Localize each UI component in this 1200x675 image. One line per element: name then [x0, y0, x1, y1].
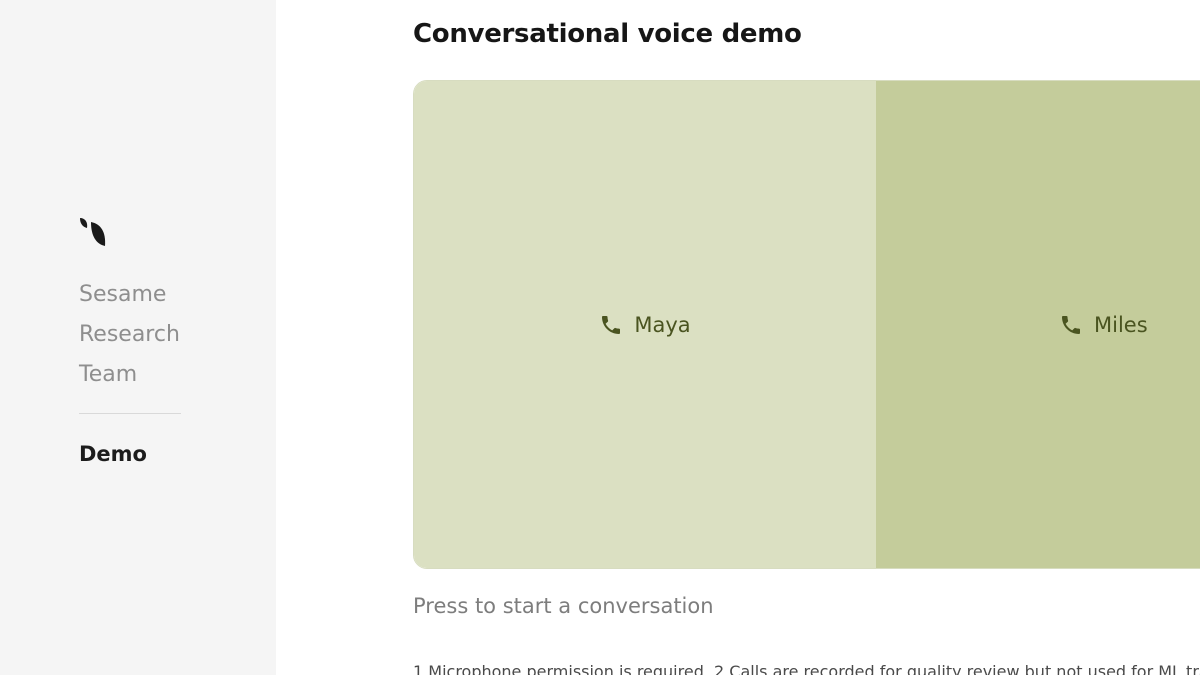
- nav-item-team[interactable]: Team: [79, 355, 181, 395]
- sidebar-nav: Sesame Research Team Demo: [79, 275, 181, 474]
- call-miles-button[interactable]: Miles: [876, 81, 1200, 568]
- start-conversation-caption: Press to start a conversation: [413, 594, 714, 618]
- page-title: Conversational voice demo: [413, 19, 802, 49]
- nav-item-demo[interactable]: Demo: [79, 434, 181, 474]
- sidebar: Sesame Research Team Demo: [0, 0, 276, 675]
- nav-divider: [79, 413, 181, 414]
- nav-item-sesame[interactable]: Sesame: [79, 275, 181, 315]
- app-window: Sesame Research Team Demo Conversational…: [0, 0, 1200, 675]
- call-maya-content: Maya: [599, 312, 691, 337]
- main-content: Conversational voice demo Maya Miles Pre…: [413, 0, 1200, 675]
- call-miles-content: Miles: [1059, 313, 1148, 337]
- voice-demo-panel: Maya Miles: [413, 80, 1200, 569]
- nav-item-research[interactable]: Research: [79, 315, 181, 355]
- voice-name-miles: Miles: [1094, 312, 1148, 337]
- sesame-logo-icon[interactable]: [79, 217, 107, 247]
- phone-icon: [1062, 315, 1080, 334]
- voice-name-maya: Maya: [634, 312, 691, 337]
- call-maya-button[interactable]: Maya: [414, 81, 876, 568]
- footnote-text: 1.Microphone permission is required. 2.C…: [413, 662, 1200, 675]
- phone-icon: [602, 315, 621, 334]
